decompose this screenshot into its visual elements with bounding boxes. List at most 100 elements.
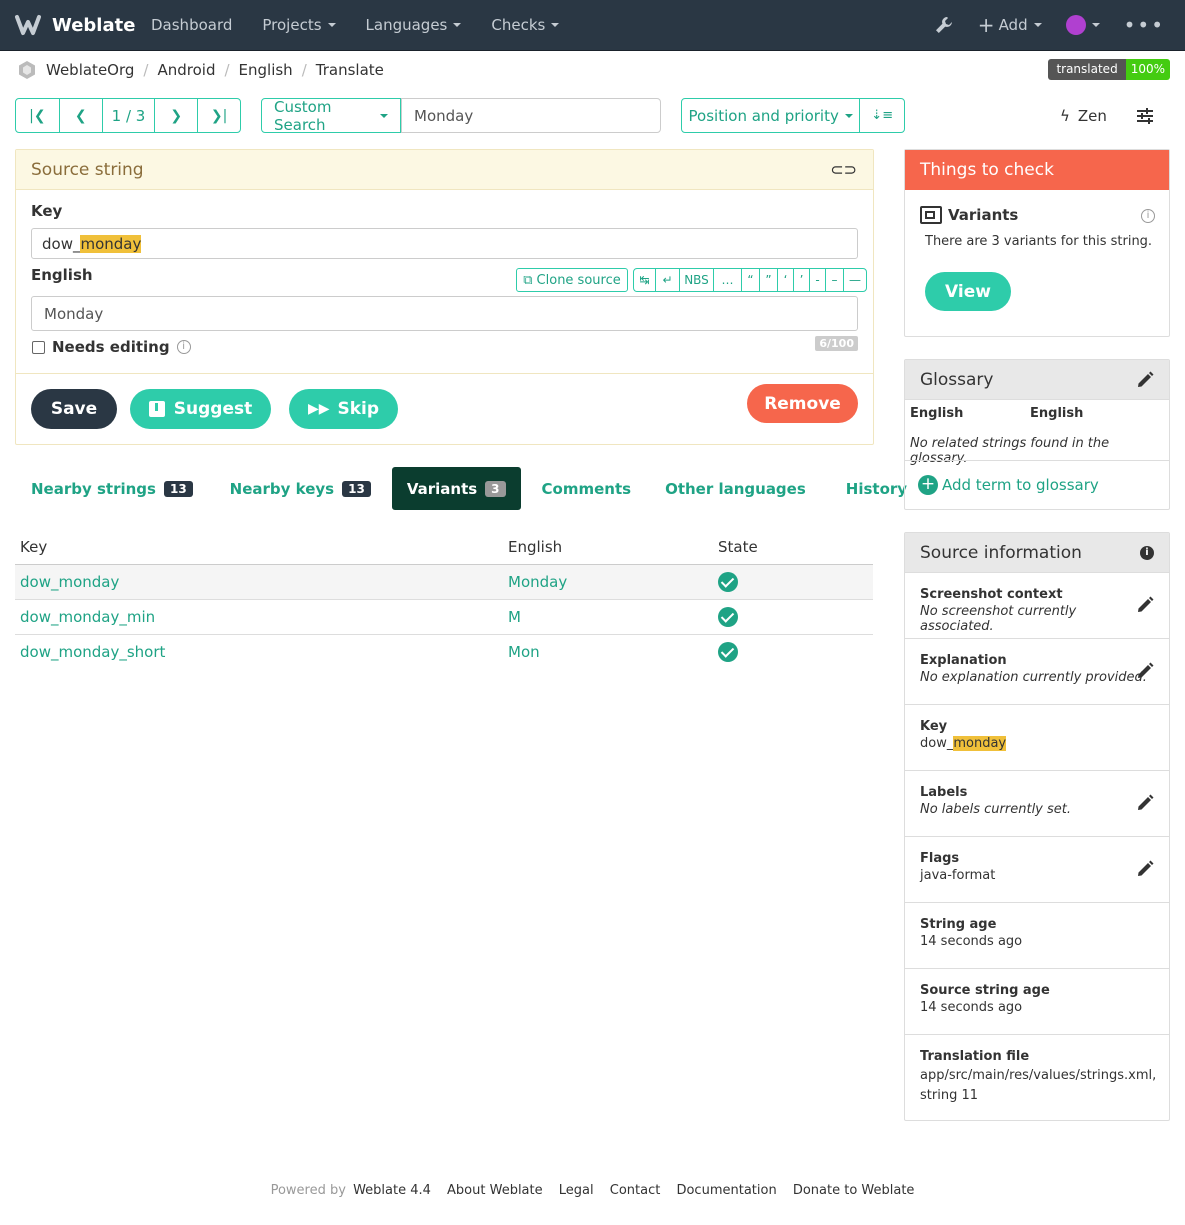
source-panel: Source string ⊂⊃ Key dow_ monday English … xyxy=(15,149,874,445)
weblate-logo-icon xyxy=(15,15,41,35)
quote-close-button[interactable]: ” xyxy=(760,269,778,291)
tab-other-languages[interactable]: Other languages xyxy=(649,467,822,510)
single-quote-open-button[interactable]: ‘ xyxy=(778,269,794,291)
sort-direction-button[interactable]: ⇣≡ xyxy=(860,99,904,132)
skip-button[interactable]: ▶▶ Skip xyxy=(289,389,398,429)
nbsp-char-button[interactable]: NBS xyxy=(680,269,714,291)
tab-count: 13 xyxy=(163,480,193,497)
info-key: Key dow_monday xyxy=(905,705,1169,771)
info-value: 14 seconds ago xyxy=(920,934,1023,949)
english-label: English xyxy=(31,266,93,284)
footer-about-link[interactable]: About Weblate xyxy=(447,1183,543,1198)
clone-source-button[interactable]: ⧉ Clone source xyxy=(516,268,628,292)
table-row[interactable]: dow_monday Monday xyxy=(15,564,873,600)
pencil-icon[interactable] xyxy=(1135,859,1155,879)
info-icon[interactable]: i xyxy=(1141,209,1155,223)
link-icon[interactable]: ⊂⊃ xyxy=(830,160,857,179)
remove-button[interactable]: Remove xyxy=(747,384,858,423)
zen-button[interactable]: ϟ Zen xyxy=(1060,98,1107,133)
tab-nearby-keys[interactable]: Nearby keys 13 xyxy=(214,467,387,510)
needs-editing-checkbox[interactable] xyxy=(32,340,45,354)
wrench-icon[interactable] xyxy=(934,0,954,50)
footer-legal-link[interactable]: Legal xyxy=(559,1183,594,1198)
table-row[interactable]: dow_monday_min M xyxy=(15,599,873,635)
divider xyxy=(905,460,1169,461)
pencil-icon[interactable] xyxy=(1135,595,1155,615)
en-dash-button[interactable]: – xyxy=(826,269,844,291)
ellipsis-char-button[interactable]: … xyxy=(714,269,742,291)
add-term-button[interactable]: + Add term to glossary xyxy=(918,475,1099,495)
user-menu[interactable] xyxy=(1065,0,1100,50)
source-info-panel: Source information i Screenshot context … xyxy=(904,532,1170,1121)
pencil-icon[interactable] xyxy=(1135,370,1155,390)
prev-button[interactable]: ❮ xyxy=(60,99,103,132)
zen-label: Zen xyxy=(1077,106,1107,125)
em-dash-button[interactable]: — xyxy=(844,269,866,291)
nav-right: + Add ••• xyxy=(910,0,1165,50)
info-title: Translation file xyxy=(920,1049,1030,1064)
info-title: String age xyxy=(920,917,997,932)
variant-key[interactable]: dow_monday_short xyxy=(15,634,503,669)
table-row[interactable]: dow_monday_short Mon xyxy=(15,634,873,669)
glossary-col-source: English xyxy=(910,406,964,421)
tab-variants[interactable]: Variants 3 xyxy=(391,467,521,510)
variant-key[interactable]: dow_monday_min xyxy=(15,599,503,635)
avatar-icon xyxy=(1065,15,1086,35)
search-group: Custom Search Monday xyxy=(261,98,661,134)
nav-projects[interactable]: Projects xyxy=(247,0,350,50)
breadcrumb-project[interactable]: WeblateOrg xyxy=(46,61,134,79)
powered-by: Powered by xyxy=(270,1183,346,1198)
first-button[interactable]: |❮ xyxy=(16,99,60,132)
tab-count: 13 xyxy=(342,480,371,497)
variant-english[interactable]: Mon xyxy=(503,634,713,669)
info-icon[interactable]: i xyxy=(1140,546,1154,560)
view-button[interactable]: View xyxy=(925,272,1011,311)
info-screenshot-context: Screenshot context No screenshot current… xyxy=(905,573,1169,639)
search-input[interactable]: Monday xyxy=(401,98,661,133)
footer-version-link[interactable]: Weblate 4.4 xyxy=(353,1183,431,1198)
add-menu[interactable]: + Add xyxy=(978,0,1042,50)
tab-nearby-strings[interactable]: Nearby strings 13 xyxy=(15,467,209,510)
variant-key[interactable]: dow_monday xyxy=(15,564,503,600)
hyphen-button[interactable]: - xyxy=(810,269,826,291)
pencil-icon[interactable] xyxy=(1135,793,1155,813)
dots-icon[interactable]: ••• xyxy=(1124,0,1165,50)
last-button[interactable]: ❯| xyxy=(198,99,240,132)
footer-contact-link[interactable]: Contact xyxy=(610,1183,661,1198)
suggest-button[interactable]: Suggest xyxy=(130,389,271,429)
info-value: app/src/main/res/values/strings.xml, str… xyxy=(920,1068,1157,1103)
footer-donate-link[interactable]: Donate to Weblate xyxy=(793,1183,915,1198)
caret-down-icon xyxy=(844,113,853,118)
breadcrumb-language[interactable]: English xyxy=(239,61,293,79)
caret-down-icon xyxy=(327,23,336,27)
nav-languages[interactable]: Languages xyxy=(351,0,477,50)
quote-open-button[interactable]: “ xyxy=(742,269,760,291)
tab-count: 3 xyxy=(485,480,506,497)
search-mode-dropdown[interactable]: Custom Search xyxy=(261,98,401,134)
variant-english[interactable]: M xyxy=(503,599,713,635)
breadcrumb-component[interactable]: Android xyxy=(157,61,215,79)
save-button[interactable]: Save xyxy=(31,389,117,429)
chevron-right-icon: ❯ xyxy=(170,107,183,124)
footer-documentation-link[interactable]: Documentation xyxy=(676,1183,776,1198)
tab-char-button[interactable]: ↹ xyxy=(634,269,656,291)
source-text-field[interactable]: Monday xyxy=(31,296,858,331)
suggest-label: Suggest xyxy=(173,399,253,419)
nav-checks[interactable]: Checks xyxy=(476,0,574,50)
caret-down-icon xyxy=(380,113,388,118)
settings-sliders-icon[interactable] xyxy=(1135,106,1155,126)
sort-dropdown[interactable]: Position and priority xyxy=(682,99,861,132)
single-quote-close-button[interactable]: ’ xyxy=(794,269,810,291)
newline-char-button[interactable]: ↵ xyxy=(656,269,680,291)
next-button[interactable]: ❯ xyxy=(155,99,199,132)
check-circle-icon xyxy=(718,606,738,627)
variant-english[interactable]: Monday xyxy=(503,564,713,600)
breadcrumb-separator: / xyxy=(224,61,230,79)
caret-down-icon xyxy=(1033,23,1042,27)
nav-dashboard[interactable]: Dashboard xyxy=(136,0,247,50)
tab-comments[interactable]: Comments xyxy=(526,467,648,510)
sort-label: Position and priority xyxy=(688,106,839,125)
brand[interactable]: Weblate xyxy=(14,0,135,50)
translated-badge[interactable]: translated 100% xyxy=(1048,59,1170,80)
pencil-icon[interactable] xyxy=(1135,661,1155,681)
